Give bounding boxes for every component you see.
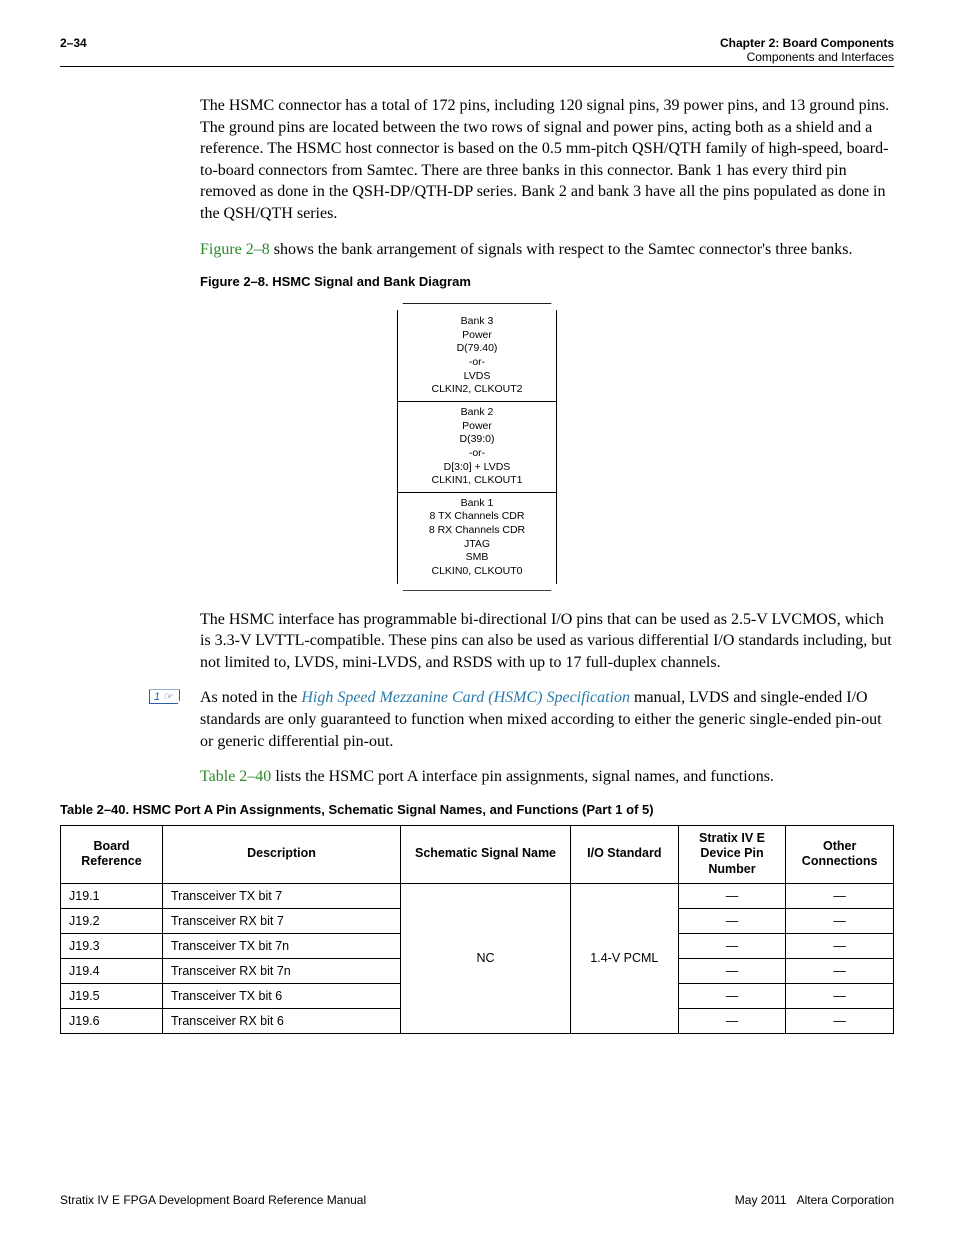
bank1-line: 8 RX Channels CDR <box>400 524 554 538</box>
section-title: Components and Interfaces <box>720 50 894 64</box>
cell-pin: — <box>678 1008 786 1033</box>
footer-left: Stratix IV E FPGA Development Board Refe… <box>60 1193 366 1207</box>
bank2-line: CLKIN1, CLKOUT1 <box>400 474 554 488</box>
cell-pin: — <box>678 983 786 1008</box>
cell-pin: — <box>678 908 786 933</box>
paragraph-4: As noted in the High Speed Mezzanine Car… <box>200 687 894 752</box>
cell-pin: — <box>678 933 786 958</box>
paragraph-2: Figure 2–8 shows the bank arrangement of… <box>200 239 894 261</box>
bank2-line: Bank 2 <box>400 406 554 420</box>
cell-pin: — <box>678 958 786 983</box>
note-icon-container: 1 ☞ <box>60 687 200 705</box>
bank-2-box: Bank 2 Power D(39:0) -or- D[3:0] + LVDS … <box>397 401 557 493</box>
table-row: J19.1 Transceiver TX bit 7 NC 1.4-V PCML… <box>61 883 894 908</box>
cell-other: — <box>786 908 894 933</box>
th-description: Description <box>163 825 401 883</box>
th-pin-number: Stratix IV E Device Pin Number <box>678 825 786 883</box>
paragraph-1: The HSMC connector has a total of 172 pi… <box>200 95 894 225</box>
p4-pre: As noted in the <box>200 689 301 706</box>
bank3-line: Bank 3 <box>400 315 554 329</box>
cell-ref: J19.2 <box>61 908 163 933</box>
cell-pin: — <box>678 883 786 908</box>
cell-ref: J19.1 <box>61 883 163 908</box>
page-header: 2–34 Chapter 2: Board Components Compone… <box>60 36 894 67</box>
bank1-line: CLKIN0, CLKOUT0 <box>400 565 554 579</box>
footer-date: May 2011 <box>735 1193 787 1207</box>
figure-caption: Figure 2–8. HSMC Signal and Bank Diagram <box>200 274 894 289</box>
bank3-line: LVDS <box>400 370 554 384</box>
cell-desc: Transceiver TX bit 7n <box>163 933 401 958</box>
bank2-line: D[3:0] + LVDS <box>400 461 554 475</box>
cell-desc: Transceiver RX bit 6 <box>163 1008 401 1033</box>
figure-link[interactable]: Figure 2–8 <box>200 241 270 258</box>
bank1-line: 8 TX Channels CDR <box>400 510 554 524</box>
bank1-line: Bank 1 <box>400 497 554 511</box>
cell-other: — <box>786 983 894 1008</box>
th-other: Other Connections <box>786 825 894 883</box>
table-header-row: Board Reference Description Schematic Si… <box>61 825 894 883</box>
th-schematic: Schematic Signal Name <box>401 825 571 883</box>
bank3-line: CLKIN2, CLKOUT2 <box>400 383 554 397</box>
pin-assignment-table: Board Reference Description Schematic Si… <box>60 825 894 1034</box>
bank3-line: -or- <box>400 356 554 370</box>
cell-desc: Transceiver TX bit 7 <box>163 883 401 908</box>
bank3-line: Power <box>400 329 554 343</box>
th-io-standard: I/O Standard <box>571 825 679 883</box>
page-footer: Stratix IV E FPGA Development Board Refe… <box>60 1193 894 1207</box>
cell-ref: J19.4 <box>61 958 163 983</box>
bank-1-box: Bank 1 8 TX Channels CDR 8 RX Channels C… <box>397 492 557 584</box>
paragraph-3: The HSMC interface has programmable bi-d… <box>200 609 894 674</box>
bank-diagram: Bank 3 Power D(79.40) -or- LVDS CLKIN2, … <box>397 303 557 591</box>
diagram-bottom-edge <box>397 583 557 591</box>
external-link[interactable]: High Speed Mezzanine Card (HSMC) Specifi… <box>301 689 630 706</box>
bank2-line: Power <box>400 420 554 434</box>
note-icon: 1 ☞ <box>149 689 180 704</box>
cell-ref: J19.3 <box>61 933 163 958</box>
bank1-line: JTAG <box>400 538 554 552</box>
cell-desc: Transceiver RX bit 7 <box>163 908 401 933</box>
th-board-ref: Board Reference <box>61 825 163 883</box>
footer-corp: Altera Corporation <box>797 1193 894 1207</box>
header-right: Chapter 2: Board Components Components a… <box>720 36 894 64</box>
paragraph-5: Table 2–40 lists the HSMC port A interfa… <box>200 766 894 788</box>
bank3-line: D(79.40) <box>400 342 554 356</box>
footer-right: May 2011 Altera Corporation <box>735 1193 894 1207</box>
cell-other: — <box>786 1008 894 1033</box>
cell-ref: J19.6 <box>61 1008 163 1033</box>
cell-desc: Transceiver TX bit 6 <box>163 983 401 1008</box>
cell-ref: J19.5 <box>61 983 163 1008</box>
bank-3-box: Bank 3 Power D(79.40) -or- LVDS CLKIN2, … <box>397 310 557 402</box>
page-number: 2–34 <box>60 36 87 50</box>
bank2-line: D(39:0) <box>400 433 554 447</box>
cell-desc: Transceiver RX bit 7n <box>163 958 401 983</box>
table-link[interactable]: Table 2–40 <box>200 768 271 785</box>
main-content: The HSMC connector has a total of 172 pi… <box>200 95 894 260</box>
p5-rest: lists the HSMC port A interface pin assi… <box>271 768 774 785</box>
cell-other: — <box>786 958 894 983</box>
paragraph-2-text: shows the bank arrangement of signals wi… <box>270 241 853 258</box>
table-caption: Table 2–40. HSMC Port A Pin Assignments,… <box>60 802 894 817</box>
diagram-top-edge <box>397 303 557 311</box>
chapter-title: Chapter 2: Board Components <box>720 36 894 50</box>
bank1-line: SMB <box>400 551 554 565</box>
cell-schematic-merged: NC <box>401 883 571 1033</box>
bank2-line: -or- <box>400 447 554 461</box>
cell-iostd-merged: 1.4-V PCML <box>571 883 679 1033</box>
main-content-cont: The HSMC interface has programmable bi-d… <box>200 609 894 788</box>
note-block: 1 ☞ As noted in the High Speed Mezzanine… <box>200 687 894 752</box>
cell-other: — <box>786 933 894 958</box>
cell-other: — <box>786 883 894 908</box>
